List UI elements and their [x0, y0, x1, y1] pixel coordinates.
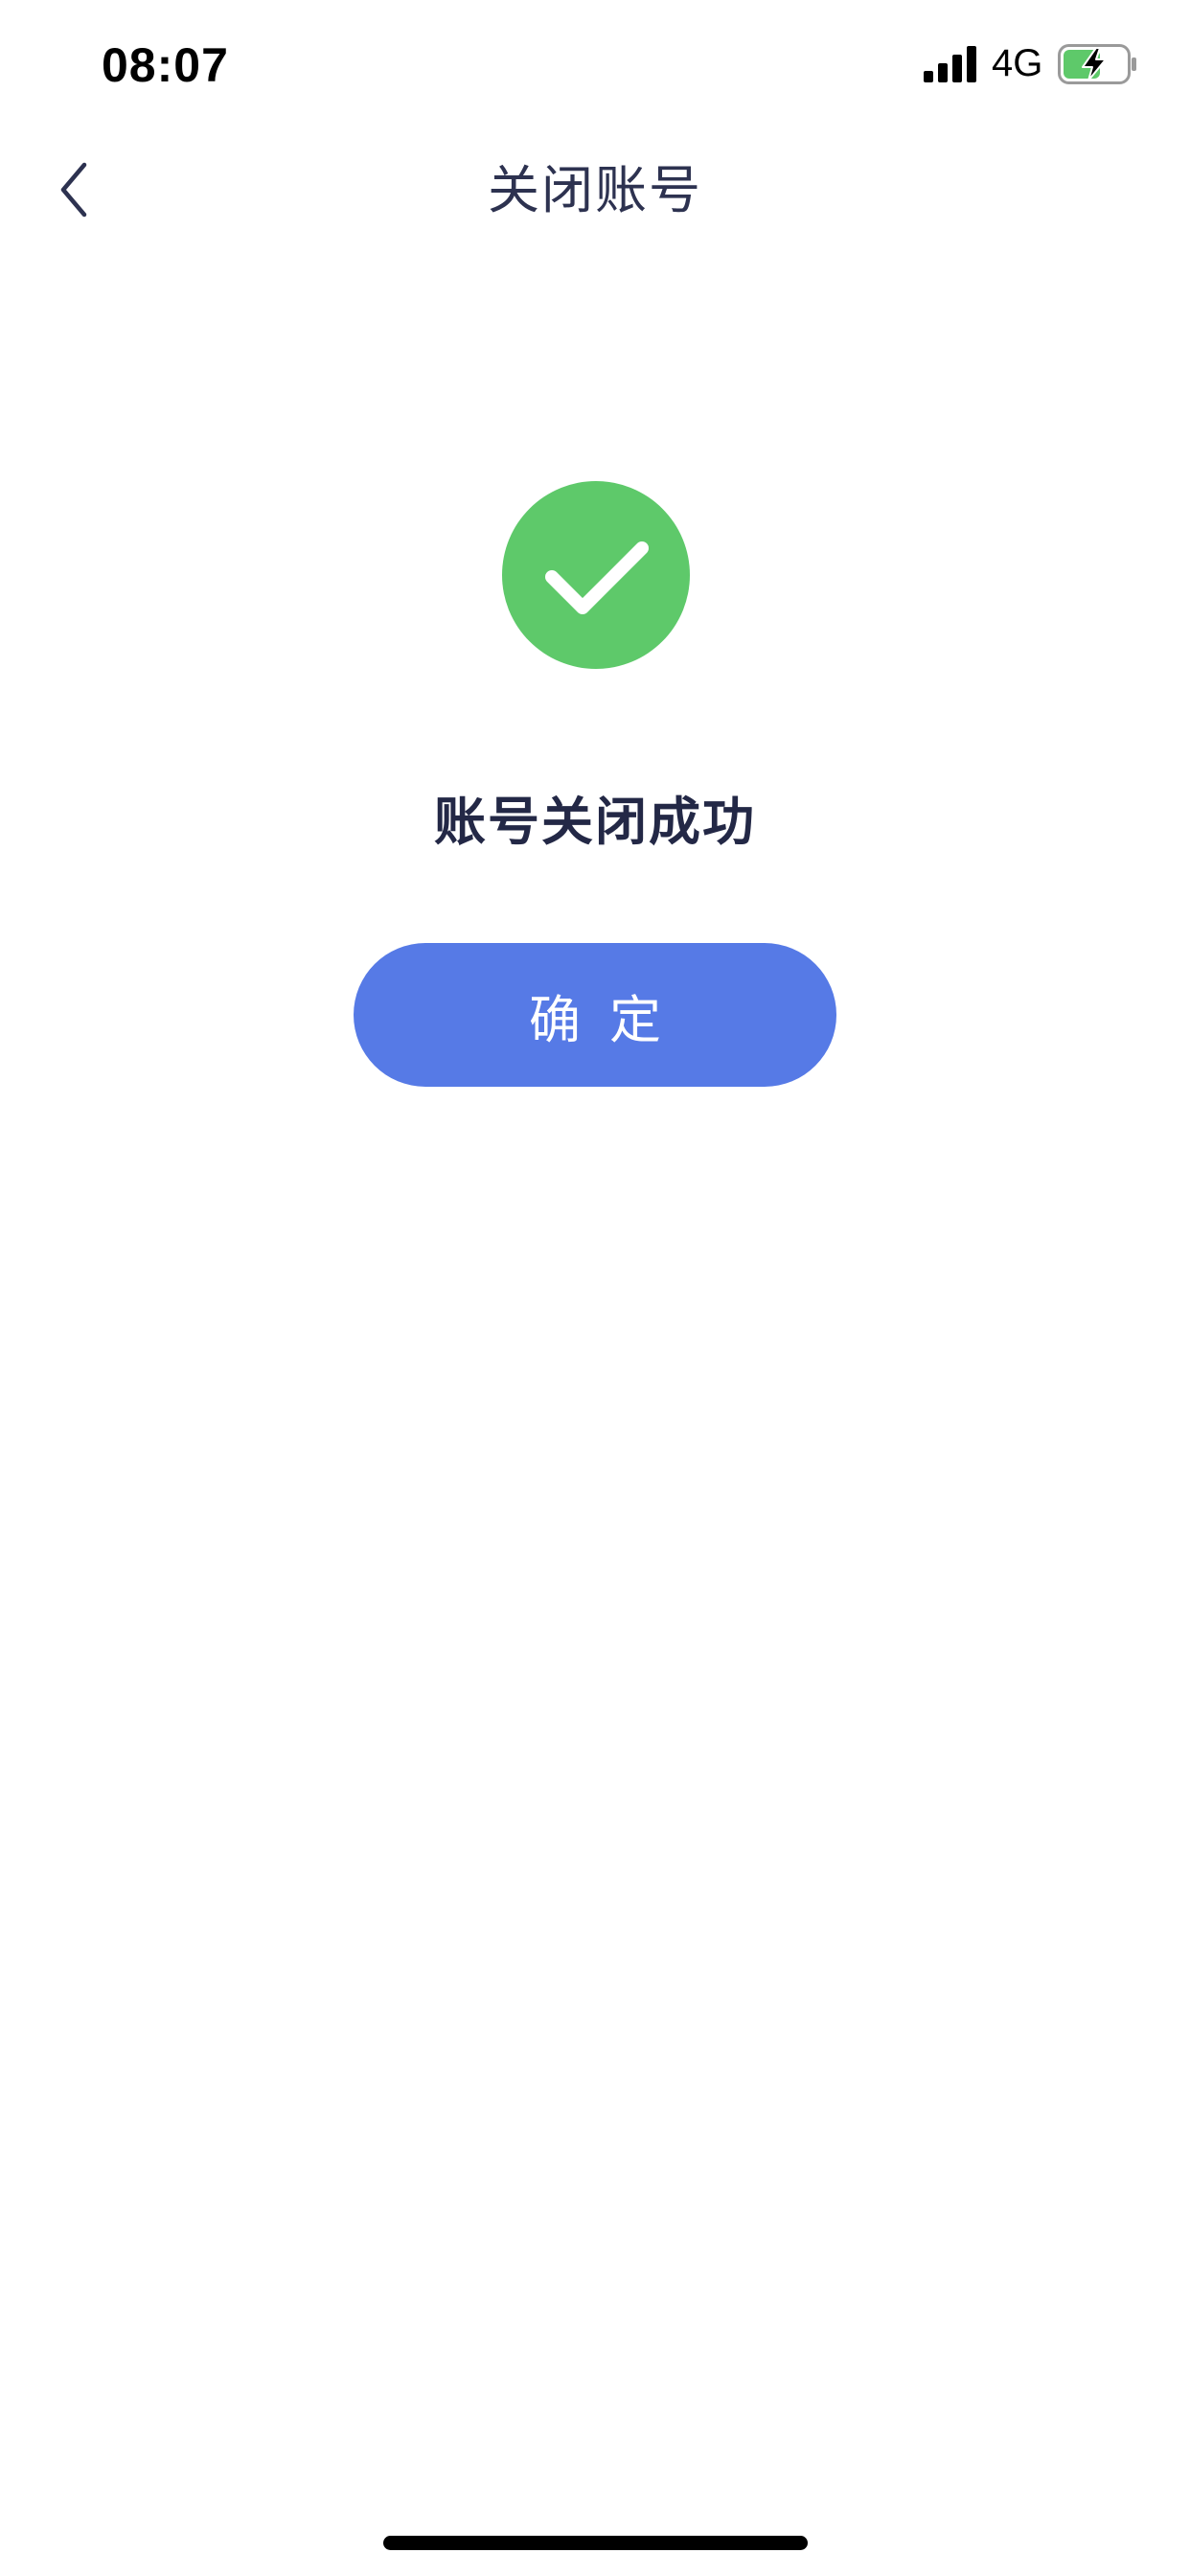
cellular-signal-icon — [924, 46, 976, 82]
confirm-button[interactable]: 确定 — [354, 943, 836, 1087]
status-bar: 08:07 4G — [0, 0, 1190, 126]
battery-charging-icon — [1058, 44, 1136, 84]
home-indicator[interactable] — [383, 2536, 808, 2550]
check-circle-icon — [502, 481, 690, 669]
network-type-label: 4G — [992, 42, 1043, 84]
status-time: 08:07 — [102, 38, 229, 92]
navigation-bar: 关闭账号 — [0, 126, 1190, 253]
page-title: 关闭账号 — [488, 160, 702, 220]
result-message: 账号关闭成功 — [434, 792, 756, 852]
